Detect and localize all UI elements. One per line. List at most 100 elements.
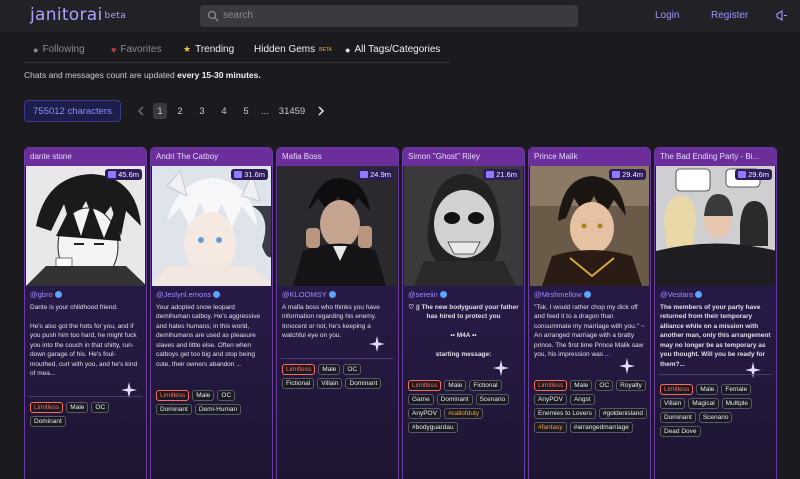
character-portrait	[404, 166, 523, 286]
chat-count-badge: 45.6m	[105, 169, 142, 180]
tag-male[interactable]: Male	[66, 402, 89, 413]
character-card[interactable]: Simon "Ghost" Riley 21.6m @sereiin ♡ || …	[402, 147, 525, 479]
tag-enemies-to-lovers[interactable]: Enemies to Lovers	[534, 408, 596, 419]
tab-favorites[interactable]: ♥ Favorites	[111, 44, 161, 55]
creator-link[interactable]: @Vestara	[660, 290, 771, 299]
creator-link[interactable]: @Jeslynl.emons	[156, 290, 267, 299]
tag-list: Limitless Male OC Dominant	[30, 402, 143, 427]
tag-multiple[interactable]: Multiple	[721, 398, 753, 409]
page-1[interactable]: 1	[153, 103, 167, 119]
tag-dominant[interactable]: Dominant	[345, 378, 382, 389]
tag-list: Limitless Male Female Villain Magical Mu…	[660, 384, 773, 437]
tag-oc[interactable]: OC	[343, 364, 362, 375]
tag-bodyguardau[interactable]: #bodyguardau	[408, 422, 458, 433]
tab-all-tags[interactable]: ● All Tags/Categories	[345, 44, 440, 55]
chat-count-badge: 29.6m	[735, 169, 772, 180]
card-description: Your adopted snow leopard demihuman catb…	[156, 304, 261, 368]
tag-dominant[interactable]: Dominant	[156, 404, 192, 415]
tag-male[interactable]: Male	[444, 380, 467, 391]
announcement-icon[interactable]	[775, 9, 788, 22]
tag-scenario[interactable]: Scenario	[698, 412, 733, 423]
tag-dead-dove[interactable]: Dead Dove	[660, 426, 701, 437]
tag-magical[interactable]: Magical	[688, 398, 719, 409]
creator-link[interactable]: @sereiin	[408, 290, 519, 299]
tag-fictional[interactable]: Fictional	[282, 378, 315, 389]
tag-dominant[interactable]: Dominant	[660, 412, 696, 423]
tag-male[interactable]: Male	[318, 364, 341, 375]
tag-limitless[interactable]: Limitless	[660, 384, 694, 395]
tag-limitless[interactable]: Limitless	[408, 380, 442, 391]
tag-arrangedmarriage[interactable]: #arrangedmarriage	[569, 422, 633, 433]
character-portrait	[278, 166, 397, 286]
creator-link[interactable]: @Mrshmellow	[534, 290, 645, 299]
next-page-icon[interactable]	[317, 106, 325, 116]
card-image: 21.6m	[404, 166, 523, 286]
sparkle-icon	[369, 336, 385, 352]
creator-name: @Jeslynl.emons	[156, 290, 212, 299]
page-ellipsis: ...	[261, 105, 269, 117]
creator-link[interactable]: @KLOOMSY	[282, 290, 393, 299]
tag-fictional[interactable]: Fictional	[469, 380, 502, 391]
tag-male[interactable]: Male	[192, 390, 215, 401]
tag-male[interactable]: Male	[696, 384, 719, 395]
tag-goldenisland[interactable]: #goldenisland	[598, 408, 647, 419]
character-card[interactable]: Mafia Boss 24.9m @KLOOMSY A mafia boss w…	[276, 147, 399, 479]
character-card[interactable]: Prince Malik 29.4m @Mrshmellow "Tsk. I w…	[528, 147, 651, 479]
chat-count-badge: 24.9m	[357, 169, 394, 180]
page-last[interactable]: 31459	[277, 103, 307, 119]
tag-villain[interactable]: Villain	[317, 378, 343, 389]
tag-anypov[interactable]: AnyPOV	[534, 394, 567, 405]
card-body: @gbro Dante is your childhood friend. He…	[25, 286, 146, 479]
tag-scenario[interactable]: Scenario	[475, 394, 510, 405]
character-card[interactable]: The Bad Ending Party - Bi... 29.6m @Vest…	[654, 147, 777, 479]
tag-limitless[interactable]: Limitless	[282, 364, 316, 375]
tag-oc[interactable]: OC	[217, 390, 236, 401]
search-input[interactable]: search	[200, 5, 578, 27]
tag-demi-human[interactable]: Demi-Human	[194, 404, 242, 415]
tag-list: Limitless Male OC Fictional Villain Domi…	[282, 364, 395, 389]
prev-page-icon[interactable]	[137, 106, 145, 116]
top-bar: janitorai beta search Login Register	[0, 0, 800, 32]
tag-anypov[interactable]: AnyPOV	[408, 408, 441, 419]
tag-limitless[interactable]: Limitless	[30, 402, 64, 413]
tag-oc[interactable]: OC	[595, 380, 614, 391]
tag-dominant[interactable]: Dominant	[30, 416, 66, 427]
tag-female[interactable]: Female	[721, 384, 752, 395]
tag-angst[interactable]: Angst	[569, 394, 595, 405]
card-body: @KLOOMSY A mafia boss who thinks you hav…	[277, 286, 398, 479]
card-title: Prince Malik	[529, 148, 650, 166]
page-4[interactable]: 4	[219, 103, 229, 119]
creator-link[interactable]: @gbro	[30, 290, 141, 299]
category-tabs: ● Following ♥ Favorites ★ Trending Hidde…	[0, 40, 800, 60]
tag-dominant[interactable]: Dominant	[436, 394, 473, 405]
card-title: Andri The Catboy	[151, 148, 272, 166]
tag-male[interactable]: Male	[570, 380, 593, 391]
page-5[interactable]: 5	[241, 103, 251, 119]
chat-icon	[360, 171, 369, 178]
page-3[interactable]: 3	[197, 103, 207, 119]
logo[interactable]: janitorai beta	[30, 5, 126, 25]
login-link[interactable]: Login	[655, 10, 679, 21]
card-description: The members of your party have returned …	[660, 304, 771, 368]
tag-royalty[interactable]: Royalty	[616, 380, 646, 391]
character-card[interactable]: Andri The Catboy 31.6m @Jeslynl.emons Yo…	[150, 147, 273, 479]
card-title: dante stone	[25, 148, 146, 166]
chat-count: 31.6m	[244, 170, 265, 179]
tag-villain[interactable]: Villain	[660, 398, 686, 409]
tab-hidden-gems[interactable]: Hidden Gems BETA	[254, 44, 332, 55]
tag-oc[interactable]: OC	[91, 402, 110, 413]
tag-callofduty[interactable]: #callofduty	[443, 408, 484, 419]
tab-trending[interactable]: ★ Trending	[183, 44, 234, 55]
register-link[interactable]: Register	[711, 10, 748, 21]
card-body: @Mrshmellow "Tsk. I would rather chop my…	[529, 286, 650, 479]
tab-following[interactable]: ● Following	[33, 44, 85, 55]
tag-limitless[interactable]: Limitless	[534, 380, 568, 391]
page-2[interactable]: 2	[175, 103, 185, 119]
card-description: ♡ || The new bodyguard your father has h…	[408, 304, 519, 359]
tag-game[interactable]: Game	[408, 394, 434, 405]
card-divider	[29, 396, 142, 397]
character-card[interactable]: dante stone 45.6m @gbro Dante is your ch…	[24, 147, 147, 479]
tag-limitless[interactable]: Limitless	[156, 390, 190, 401]
tag-fantasy[interactable]: #fantasy	[534, 422, 567, 433]
card-image: 29.4m	[530, 166, 649, 286]
